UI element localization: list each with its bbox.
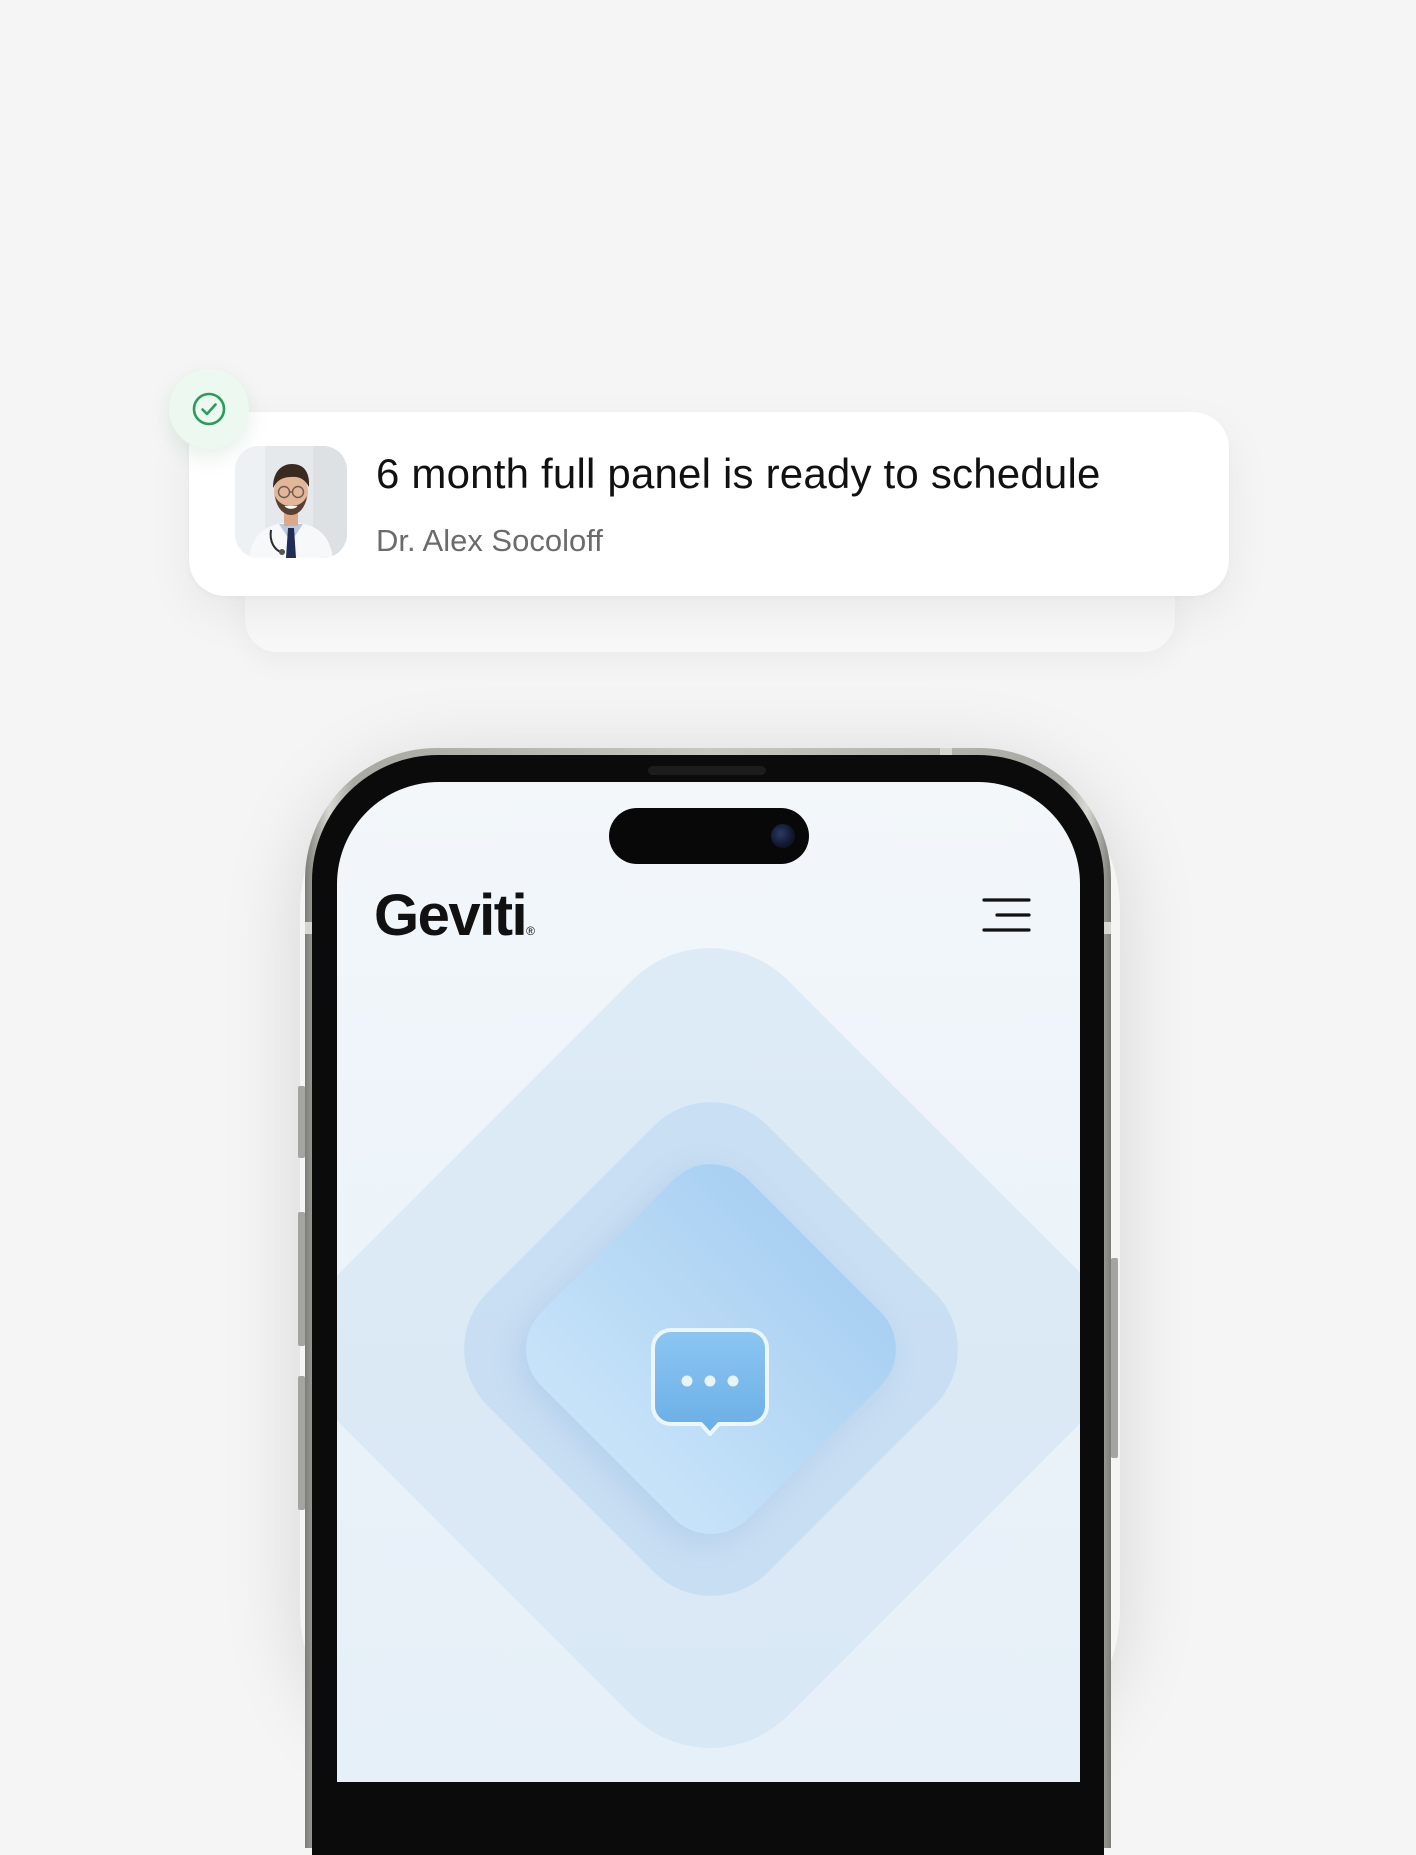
phone-volume-down-button — [298, 1376, 305, 1510]
check-circle-icon — [169, 369, 249, 449]
dynamic-island — [609, 808, 809, 864]
phone-action-button — [298, 1086, 305, 1158]
brand-logo[interactable]: Geviti® — [374, 884, 535, 963]
doctor-avatar — [235, 446, 347, 558]
hamburger-menu-icon[interactable] — [982, 896, 1032, 934]
brand-registered-mark: ® — [526, 924, 536, 938]
front-camera — [771, 824, 795, 848]
notification-sender: Dr. Alex Socoloff — [376, 523, 603, 558]
notification-title: 6 month full panel is ready to schedule — [376, 450, 1101, 497]
phone-screen: Geviti® — [337, 782, 1080, 1782]
chat-bubble-icon[interactable] — [649, 1326, 771, 1446]
phone-speaker-grille — [648, 766, 766, 775]
brand-name: Geviti — [374, 883, 528, 948]
phone-volume-up-button — [298, 1212, 305, 1346]
phone-power-button — [1111, 1258, 1118, 1458]
